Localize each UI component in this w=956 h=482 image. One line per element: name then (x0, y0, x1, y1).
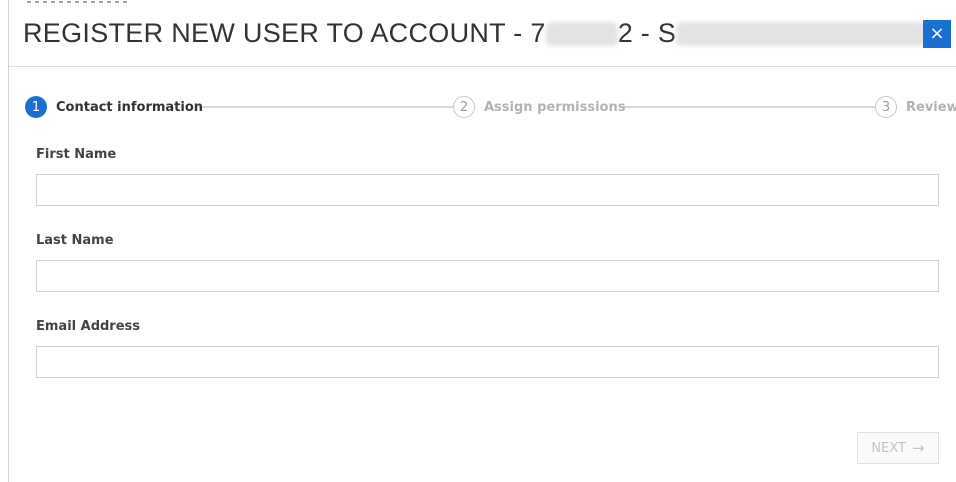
title-mid: 2 - S (617, 18, 677, 48)
redacted-account-name (676, 22, 927, 46)
step-number-2: 2 (453, 96, 475, 118)
first-name-label: First Name (36, 147, 117, 162)
register-user-dialog: REGISTER NEW USER TO ACCOUNT - 7 2 - S 1 ×… (8, 0, 956, 482)
email-address-input[interactable] (36, 346, 939, 378)
redacted-account-number (545, 22, 618, 46)
step-number-1: 1 (25, 96, 47, 118)
step-number-3: 3 (875, 96, 897, 118)
first-name-input[interactable] (36, 174, 939, 206)
step-label-assign-permissions: Assign permissions (484, 99, 626, 115)
step-connector-2 (621, 106, 887, 108)
step-review[interactable]: 3 Review (875, 94, 956, 120)
email-address-label: Email Address (36, 319, 141, 334)
step-connector-1 (199, 106, 465, 108)
contact-form: First Name Last Name Email Address (36, 146, 939, 404)
step-contact-information[interactable]: 1 Contact information (25, 94, 203, 120)
step-assign-permissions[interactable]: 2 Assign permissions (453, 94, 625, 120)
dialog-title: REGISTER NEW USER TO ACCOUNT - 72 - S1 (23, 18, 942, 49)
last-name-label: Last Name (36, 233, 114, 248)
last-name-input[interactable] (36, 260, 939, 292)
step-label-contact-information: Contact information (56, 99, 204, 115)
next-button[interactable]: NEXT → (857, 432, 939, 464)
step-label-review: Review (906, 99, 956, 115)
title-prefix: REGISTER NEW USER TO ACCOUNT - 7 (23, 18, 546, 48)
arrow-right-icon: → (911, 439, 925, 457)
dialog-header: REGISTER NEW USER TO ACCOUNT - 72 - S1 × (9, 0, 956, 67)
close-button[interactable]: × (923, 20, 951, 48)
close-icon: × (929, 23, 945, 44)
next-button-label: NEXT (871, 440, 906, 456)
wizard-stepper: 1 Contact information 2 Assign permissio… (23, 94, 956, 120)
